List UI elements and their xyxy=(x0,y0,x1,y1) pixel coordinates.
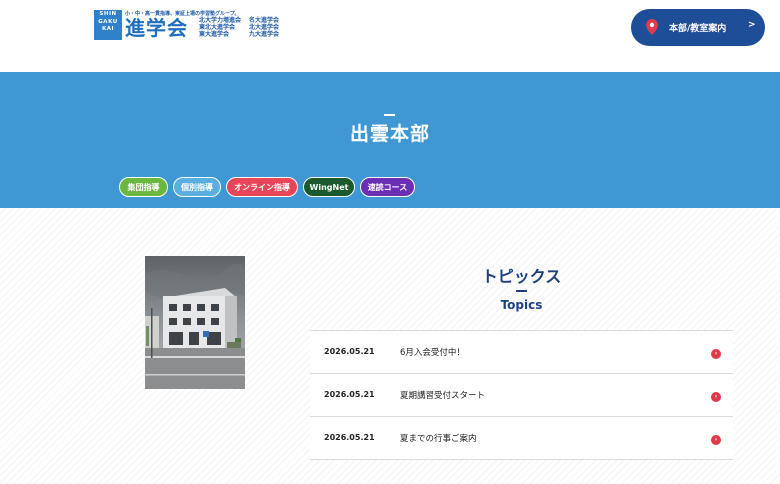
logo-school: 北大学力増進会 xyxy=(199,17,242,24)
topic-row[interactable]: 2026.05.21 夏までの行事ご案内 › xyxy=(310,417,733,460)
map-pin-icon xyxy=(646,19,658,35)
logo-school: 名大進学会 xyxy=(249,17,280,24)
tag-wingnet[interactable]: WingNet xyxy=(303,177,355,197)
tag-speed-reading[interactable]: 速読コース xyxy=(360,177,415,197)
hero-banner: 出雲本部 集団指導 個別指導 オンライン指導 WingNet 速読コース xyxy=(0,72,780,208)
school-building-photo xyxy=(145,256,245,389)
topic-date: 2026.05.21 xyxy=(324,433,375,442)
topics-subheading: Topics xyxy=(500,298,543,312)
tag-individual-lessons[interactable]: 個別指導 xyxy=(173,177,221,197)
topic-title: 夏までの行事ご案内 xyxy=(400,434,477,444)
site-logo[interactable]: SHIN GAKU KAI 小・中・高一貫指導、東証上場の学習塾グループ。 進学… xyxy=(94,10,285,40)
logo-school: 東大進学会 xyxy=(199,31,230,38)
logo-badge-line: SHIN xyxy=(99,11,117,17)
main-content: トピックス Topics 2026.05.21 6月入会受付中！ › 2026.… xyxy=(0,208,780,484)
tag-group-lessons[interactable]: 集団指導 xyxy=(119,177,168,197)
arrow-circle-icon: › xyxy=(711,392,721,402)
logo-badge: SHIN GAKU KAI xyxy=(94,10,122,40)
hq-button-label: 本部/教室案内 xyxy=(669,24,727,34)
site-header: SHIN GAKU KAI 小・中・高一貫指導、東証上場の学習塾グループ。 進学… xyxy=(0,0,780,72)
hq-classroom-button[interactable]: 本部/教室案内 > xyxy=(631,9,765,46)
arrow-circle-icon: › xyxy=(711,435,721,445)
logo-school: 北大進学会 xyxy=(249,24,280,31)
logo-badge-line: KAI xyxy=(101,26,115,32)
logo-school: 九大進学会 xyxy=(249,31,280,38)
topics-list: 2026.05.21 6月入会受付中！ › 2026.05.21 夏期講習受付ス… xyxy=(310,330,733,460)
chevron-right-icon: > xyxy=(748,20,756,30)
topic-date: 2026.05.21 xyxy=(324,390,375,399)
title-accent-bar xyxy=(384,114,395,116)
topic-date: 2026.05.21 xyxy=(324,347,375,356)
logo-text: 小・中・高一貫指導、東証上場の学習塾グループ。 進学会 北大学力増進会 名大進学… xyxy=(125,10,285,40)
logo-school-list: 北大学力増進会 名大進学会 東北大進学会 北大進学会 東大進学会 九大進学会 xyxy=(199,17,289,38)
topics-accent-bar xyxy=(516,290,527,292)
topic-row[interactable]: 2026.05.21 6月入会受付中！ › xyxy=(310,331,733,374)
page-title: 出雲本部 xyxy=(349,123,430,145)
logo-name: 進学会 xyxy=(125,16,188,40)
topic-row[interactable]: 2026.05.21 夏期講習受付スタート › xyxy=(310,374,733,417)
course-tag-list: 集団指導 個別指導 オンライン指導 WingNet 速読コース xyxy=(119,177,415,197)
logo-school: 東北大進学会 xyxy=(199,24,236,31)
topics-heading: トピックス xyxy=(481,267,562,286)
topic-title: 6月入会受付中！ xyxy=(400,348,465,358)
topic-title: 夏期講習受付スタート xyxy=(400,391,486,401)
arrow-circle-icon: › xyxy=(711,349,721,359)
logo-badge-line: GAKU xyxy=(98,18,118,25)
tag-online-lessons[interactable]: オンライン指導 xyxy=(226,177,298,197)
